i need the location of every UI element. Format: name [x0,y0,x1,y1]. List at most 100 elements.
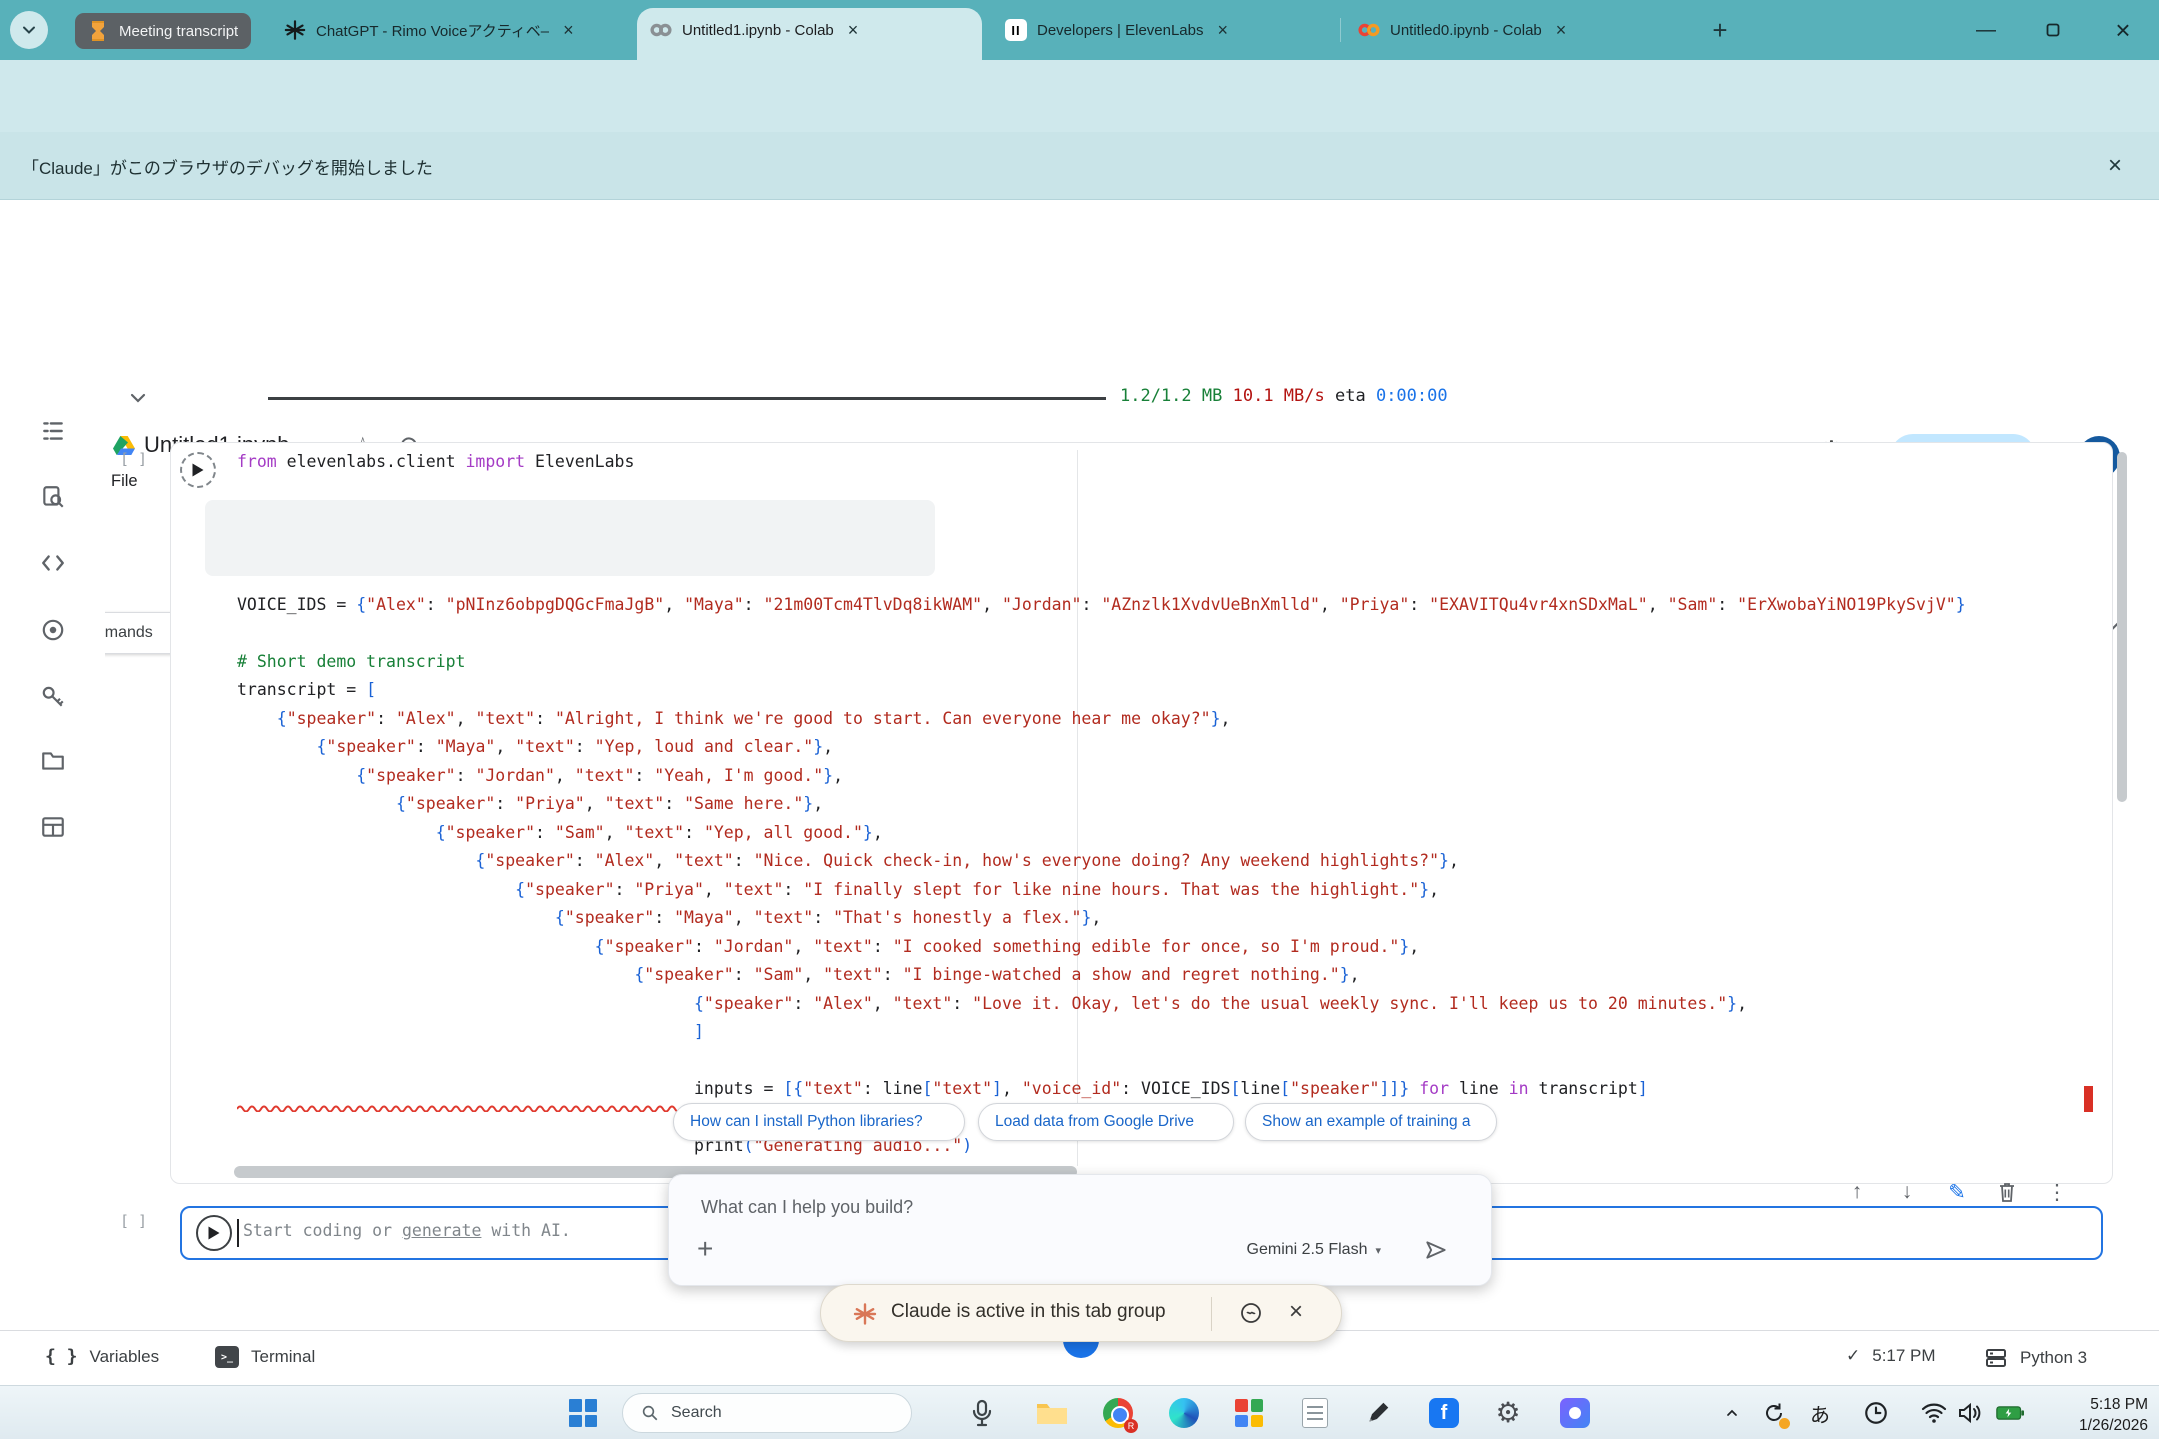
find-replace-icon[interactable] [40,484,66,510]
run-cell-button[interactable] [180,452,216,488]
code-line: {"speaker": "Sam", "text": "Yep, all goo… [237,819,1966,848]
files-icon[interactable] [40,748,66,774]
taskbar-search[interactable]: Search [622,1393,912,1433]
terminal-icon: >_ [215,1346,239,1368]
ai-prompt-placeholder[interactable]: What can I help you build? [701,1197,913,1218]
scratch-cell-icon[interactable] [40,617,66,643]
code-line: {"speaker": "Sam", "text": "I binge-watc… [237,961,1966,990]
move-cell-down-button[interactable]: ↓ [1895,1180,1919,1204]
tab-close-icon[interactable]: × [848,21,859,39]
browser-tab-1[interactable]: Meeting transcript [75,13,251,49]
chrome-icon[interactable]: R [1101,1396,1135,1430]
new-cell-placeholder[interactable]: Start coding or generate with AI. [243,1221,571,1240]
volume-icon[interactable] [1956,1399,1984,1427]
browser-address-bar: ← → colab.research.google.com/drive/1_AU… [0,60,2159,132]
code-editor[interactable]: from elevenlabs.client import ElevenLabs… [237,448,1966,1161]
ime-indicator[interactable]: あ [1806,1399,1834,1427]
code-line [237,1047,1966,1076]
model-selector[interactable]: Gemini 2.5 Flash ▾ [1247,1241,1381,1259]
tab-separator [1340,18,1341,42]
debug-notification-bar: 「Claude」がこのブラウザのデバッグを開始しました キャンセル × [0,132,2159,200]
search-icon [641,1404,659,1422]
text-caret [237,1219,239,1247]
code-line [237,619,1966,648]
tray-chevron-icon[interactable] [1718,1399,1746,1427]
progress-eta: 0:00:00 [1376,386,1448,406]
chat-bubble-icon[interactable] [1239,1301,1263,1325]
vertical-scrollbar[interactable] [2117,452,2127,802]
toast-close-icon[interactable]: × [1289,1298,1303,1326]
claude-toast-message: Claude is active in this tab group [891,1301,1166,1323]
code-line: {"speaker": "Priya", "text": "I finally … [237,876,1966,905]
window-close-button[interactable]: × [2100,0,2146,60]
maximize-icon [2046,23,2060,37]
suggestion-chip[interactable]: Load data from Google Drive [978,1103,1234,1141]
browser-tab-3[interactable]: Untitled1.ipynb - Colab× [650,0,968,60]
ai-prompt-box[interactable]: What can I help you build? + Gemini 2.5 … [668,1174,1492,1286]
check-icon: ✓ [1846,1346,1860,1366]
braces-icon: { } [45,1346,78,1367]
wifi-icon[interactable] [1920,1399,1948,1427]
browser-tab-strip: Meeting transcript ChatGPT - Rimo Voiceアク… [0,0,2159,60]
move-cell-up-button[interactable]: ↑ [1845,1180,1869,1204]
pip-progress-bar [268,397,1106,400]
windows-taskbar: Search Rf ⚙ あ 5:18 PM 1/26/2026 [0,1385,2159,1439]
notepad-icon[interactable] [1298,1396,1332,1430]
send-prompt-button[interactable] [1423,1237,1449,1263]
secrets-icon[interactable] [40,683,66,709]
generate-link[interactable]: generate [402,1221,481,1240]
debug-close-icon[interactable]: × [2108,152,2122,180]
trash-icon [1997,1181,2017,1203]
colab-header: Untitled1.ipynb ☆ FileEditViewInsertRunt… [0,200,2159,300]
output-collapse-icon[interactable] [126,386,150,410]
terminal-button[interactable]: >_ Terminal [215,1346,315,1368]
toc-icon[interactable] [40,418,66,444]
edit-cell-button[interactable]: ✎ [1945,1180,1969,1204]
colab-gray-icon [650,19,672,41]
battery-icon [1996,1399,2024,1427]
new-tab-button[interactable]: + [1706,16,1734,44]
app-grid-icon[interactable] [1232,1396,1266,1430]
window-maximize-button[interactable] [2030,0,2076,60]
ai-attach-button[interactable]: + [697,1233,713,1265]
run-cell-button[interactable] [196,1215,232,1251]
spellcheck-squiggle [237,1104,703,1112]
tab-close-icon[interactable]: × [1556,21,1567,39]
server-icon [1984,1346,2008,1370]
browser-tab-5[interactable]: Untitled0.ipynb - Colab× [1358,0,1680,60]
toast-divider [1211,1297,1212,1331]
suggestion-chip[interactable]: Show an example of training a [1245,1103,1497,1141]
cell-bracket: [ ] [120,1212,147,1230]
settings-app-icon[interactable]: ⚙ [1491,1396,1525,1430]
code-line: ] [237,1018,1966,1047]
variables-button[interactable]: { } Variables [45,1346,159,1367]
screen: Meeting transcript ChatGPT - Rimo Voiceアク… [0,0,2159,1439]
menu-file[interactable]: File [111,472,138,491]
tab-close-icon[interactable]: × [563,21,574,39]
pip-progress-text: 1.2/1.2 MB 10.1 MB/s eta 0:00:00 [1120,386,1448,406]
microphone-icon[interactable] [965,1396,999,1430]
cell-toolbar: ↑ ↓ ✎ ⋮ [1845,1180,2069,1204]
cell-more-options-button[interactable]: ⋮ [2045,1180,2069,1204]
taskbar-clock[interactable]: 5:18 PM 1/26/2026 [2030,1394,2148,1436]
kernel-status[interactable]: Python 3 [1984,1346,2087,1370]
window-minimize-button[interactable]: — [1963,0,2009,60]
media-app-icon[interactable] [1558,1396,1592,1430]
pen-tool-icon[interactable] [1361,1396,1395,1430]
progress-speed: 10.1 MB/s [1233,386,1325,406]
windows-start-button[interactable] [566,1396,600,1430]
edge-icon[interactable] [1167,1396,1201,1430]
tab-close-icon[interactable]: × [1218,21,1229,39]
delete-cell-button[interactable] [1995,1180,2019,1204]
sync-tray-icon[interactable] [1760,1399,1788,1427]
suggestion-chip[interactable]: How can I install Python libraries? [673,1103,965,1141]
browser-tab-2[interactable]: ChatGPT - Rimo Voiceアクティベ–× [284,0,614,60]
code-snippets-icon[interactable] [40,550,66,576]
file-explorer-icon[interactable] [1034,1396,1068,1430]
tab-search-button[interactable] [10,11,48,49]
browser-tab-4[interactable]: IIDevelopers | ElevenLabs× [1005,0,1325,60]
clock-app-tray-icon[interactable] [1862,1399,1890,1427]
data-table-icon[interactable] [40,814,66,840]
f-app-icon[interactable]: f [1427,1396,1461,1430]
saved-time: 5:17 PM [1872,1346,1935,1366]
